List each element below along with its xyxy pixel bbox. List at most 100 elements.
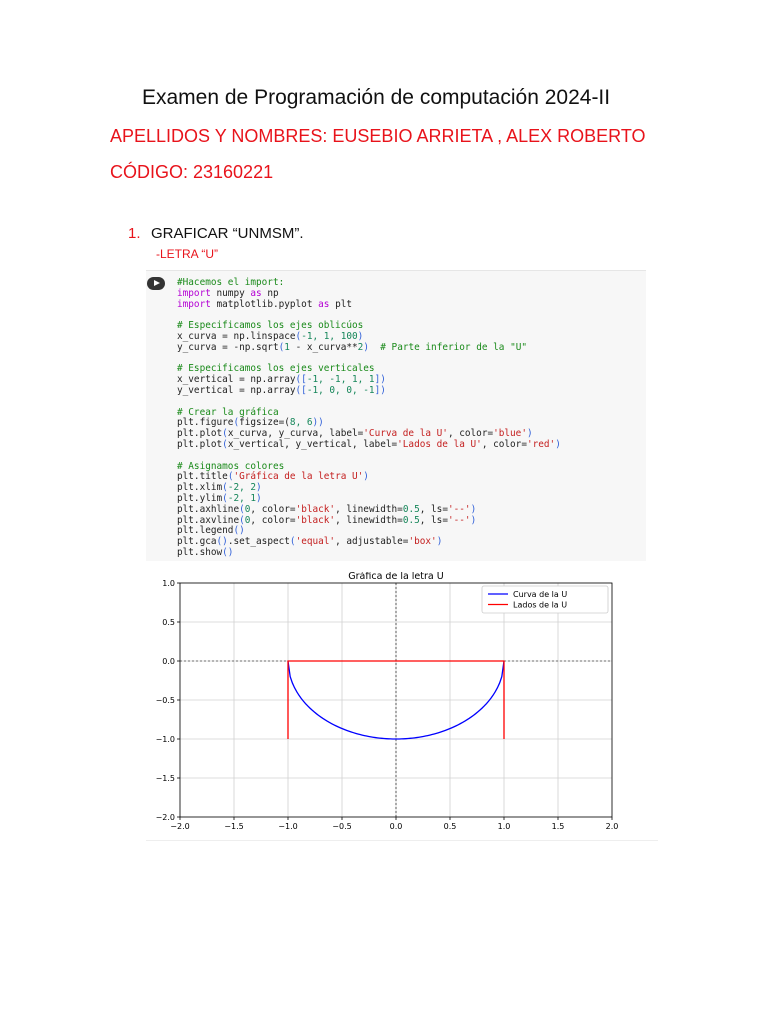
code-token: # Asignamos colores: [177, 460, 285, 472]
question-number: 1.: [128, 225, 141, 242]
x-tick-label: −1.0: [278, 822, 297, 831]
code-token: , color=: [250, 514, 296, 526]
code-token: , ls=: [419, 503, 448, 515]
x-tick-label: 0.0: [390, 822, 403, 831]
x-tick-label: −2.0: [170, 822, 189, 831]
code-token: 'Curva de la U': [363, 428, 448, 440]
student-name: APELLIDOS Y NOMBRES: EUSEBIO ARRIETA , A…: [110, 126, 646, 146]
code-token: plt.figure: [177, 417, 234, 429]
code-token: )): [312, 417, 324, 429]
code-line: y_vertical = np.array([-1, 0, 0, -1]): [177, 384, 561, 397]
code-cell: #Hacemos el import: import numpy as np imp…: [146, 270, 646, 561]
code-token: plt.axhline: [177, 503, 240, 515]
code-token: as: [250, 287, 262, 299]
code-token: -2, 2: [227, 482, 257, 494]
code-line: import matplotlib.pyplot as plt: [177, 298, 561, 311]
code-token: x_curva, y_curva, label=: [227, 428, 364, 440]
x-tick-label: 1.5: [552, 822, 565, 831]
document-title: Examen de Programación de computación 20…: [142, 86, 611, 109]
x-tick-label: −0.5: [332, 822, 351, 831]
code-token: ): [363, 471, 369, 483]
code-token: ): [436, 536, 443, 548]
code-token: x_curva = np.linspace: [177, 330, 296, 342]
code-token: plt.plot: [177, 428, 223, 440]
code-token: as: [318, 298, 330, 310]
code-token: #Hacemos el import:: [177, 277, 285, 288]
code-token: ): [256, 492, 262, 504]
y-tick-label: −1.5: [156, 774, 175, 783]
code-token: ): [357, 330, 364, 342]
x-tick-label: −1.5: [224, 822, 243, 831]
x-tick-label: 2.0: [606, 822, 619, 831]
code-token: plt.axvline: [177, 514, 240, 526]
code-token: 'red': [526, 438, 556, 450]
code-token: (): [222, 546, 234, 558]
student-code: CÓDIGO: 23160221: [110, 162, 274, 182]
y-tick-label: 0.0: [162, 657, 175, 666]
run-cell-icon[interactable]: [147, 277, 165, 290]
code-token: , color=: [481, 438, 527, 450]
code-token: (): [233, 525, 245, 537]
code-token: plt.show: [177, 546, 223, 558]
y-tick-label: 0.5: [162, 618, 175, 627]
code-token: - x_curva**: [289, 341, 358, 353]
code-token: ): [256, 482, 262, 494]
y-tick-label: 1.0: [162, 579, 175, 588]
code-token: plt.gca: [177, 536, 217, 548]
code-token: , linewidth=: [335, 514, 403, 526]
code-token: x_vertical = np.array: [177, 374, 296, 386]
code-token: 'Lados de la U': [397, 438, 482, 450]
code-token: ]): [374, 374, 386, 386]
code-token: plt.title: [177, 471, 228, 483]
code-token: -1, 0, 0, -1: [306, 384, 375, 396]
code-token: 0.5: [402, 514, 420, 526]
chart-title: Gráfica de la letra U: [348, 572, 443, 582]
code-lines: #Hacemos el import: import numpy as np imp…: [177, 277, 561, 559]
code-line: plt.plot(x_vertical, y_vertical, label='…: [177, 438, 561, 451]
code-token: 'black': [295, 514, 336, 526]
y-tick-label: −0.5: [156, 696, 175, 705]
code-token: x_vertical, y_vertical, label=: [227, 438, 398, 450]
code-token: y_curva = -np.sqrt: [177, 341, 279, 353]
code-token: # Crear la gráfica: [177, 406, 279, 418]
code-token: ): [526, 428, 533, 440]
code-token: 'blue': [493, 428, 527, 440]
code-token: -1, 1, 100: [301, 330, 358, 342]
code-token: ): [555, 438, 561, 450]
legend-label: Curva de la U: [513, 590, 567, 599]
code-token: 'Gráfica de la letra U': [233, 471, 364, 483]
code-token: plt.ylim: [177, 492, 223, 504]
chart: −2.0 −1.5 −1.0 −0.5 0.0 0.5 1.0 1.5 2.0 1.0 0.5 0.0…: [146, 571, 658, 841]
code-token: # Especificamos los ejes oblicúos: [177, 320, 364, 332]
code-token: ): [470, 514, 477, 526]
code-token: , color=: [250, 503, 296, 515]
code-token: import: [177, 287, 211, 299]
code-line: y_curva = -np.sqrt(1 - x_curva**2) # Par…: [177, 341, 561, 354]
code-token: ([: [295, 374, 307, 386]
code-token: '--': [447, 514, 471, 526]
question-subtitle: -LETRA “U”: [156, 247, 219, 261]
code-token: (): [216, 536, 228, 548]
code-line: plt.gca().set_aspect('equal', adjustable…: [177, 536, 561, 548]
code-token: , linewidth=: [335, 503, 403, 515]
code-token: plt.legend: [177, 525, 234, 537]
code-token: , adjustable=: [335, 536, 409, 548]
x-tick-label: 0.5: [444, 822, 457, 831]
code-token: , ls=: [419, 514, 448, 526]
code-token: , color=: [447, 428, 494, 440]
chart-svg: −2.0 −1.5 −1.0 −0.5 0.0 0.5 1.0 1.5 2.0 1.0 0.5 0.0…: [156, 571, 619, 831]
code-token: # Parte inferior de la "U": [368, 341, 528, 353]
code-token: 8, 6: [289, 417, 313, 429]
code-token: -2, 1: [227, 492, 257, 504]
code-token: .set_aspect: [227, 536, 290, 548]
y-tick-label: −2.0: [156, 813, 175, 822]
code-token: np: [261, 287, 279, 299]
y-tick-label: −1.0: [156, 735, 175, 744]
code-token: figsize=(: [239, 417, 290, 429]
code-token: plt: [329, 298, 352, 310]
code-token: -1, -1, 1, 1: [306, 374, 375, 386]
code-line: plt.show(): [177, 546, 561, 559]
code-token: ([: [295, 384, 307, 396]
code-token: 'black': [295, 503, 336, 515]
code-token: matplotlib.pyplot: [210, 298, 319, 310]
